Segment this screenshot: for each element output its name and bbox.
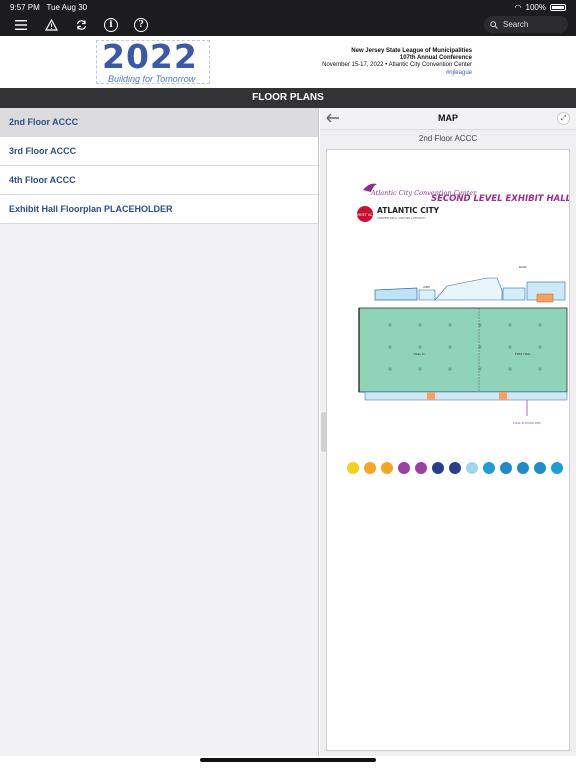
- map-pane: MAP ⤢ 2nd Floor ACCC Atlantic City Conve…: [320, 108, 576, 758]
- status-time-date: 9:57 PM Tue Aug 30: [10, 2, 88, 12]
- legend-dot: [381, 462, 393, 474]
- logo-year: 2022: [102, 37, 198, 76]
- meet-ac-text: MEET AC: [357, 213, 373, 217]
- expand-icon[interactable]: ⤢: [557, 112, 570, 125]
- legend-dot: [364, 462, 376, 474]
- wifi-icon: ◠: [514, 2, 522, 12]
- venue-brand-sub: CONVENTION & VISITORS AUTHORITY: [377, 216, 426, 220]
- hashtag: #njleague: [445, 69, 472, 76]
- list-item-exhibit-hall[interactable]: Exhibit Hall Floorplan PLACEHOLDER: [0, 195, 318, 224]
- color-legend: [347, 462, 563, 474]
- home-indicator[interactable]: [200, 758, 376, 762]
- legend-dot: [483, 462, 495, 474]
- battery-percent: 100%: [525, 2, 546, 12]
- split-view-handle[interactable]: [321, 412, 327, 452]
- legend-dot: [432, 462, 444, 474]
- list-item-4th-floor[interactable]: 4th Floor ACCC: [0, 166, 318, 195]
- conference-banner: 2022 Building for Tomorrow New Jersey St…: [0, 36, 576, 88]
- legend-dot: [449, 462, 461, 474]
- conference-logo: 2022 Building for Tomorrow: [96, 40, 210, 84]
- conference-name: 107th Annual Conference: [399, 55, 472, 62]
- svg-text:BOARD: BOARD: [519, 266, 527, 269]
- legend-dot: [466, 462, 478, 474]
- help-icon[interactable]: ?: [132, 16, 150, 34]
- plan-title: SECOND LEVEL EXHIBIT HALL: [431, 194, 570, 204]
- legend-dot: [347, 462, 359, 474]
- status-bar: 9:57 PM Tue Aug 30 ◠ 100%: [0, 0, 576, 14]
- page-title: FLOOR PLANS: [0, 88, 576, 108]
- conference-dates: November 15-17, 2022 • Atlantic City Con…: [322, 62, 472, 69]
- info-icon[interactable]: i: [102, 16, 120, 34]
- venue-brand: ATLANTIC CITY: [377, 206, 440, 215]
- list-item-2nd-floor[interactable]: 2nd Floor ACCC: [0, 108, 318, 137]
- legend-dot: [500, 462, 512, 474]
- map-header: MAP ⤢: [320, 108, 576, 130]
- flex-hall-label: FLEX HALL: [515, 352, 531, 356]
- svg-text:LOBBY: LOBBY: [423, 286, 431, 289]
- dock-marker-label: HALL D DOCK LED: [513, 421, 541, 425]
- search-icon: [490, 20, 498, 29]
- legend-dot: [551, 462, 563, 474]
- hall-label: HALL D: [414, 352, 426, 356]
- legend-dot: [415, 462, 427, 474]
- battery-icon: [550, 3, 566, 11]
- menu-icon[interactable]: [12, 16, 30, 34]
- floor-plan-list: 2nd Floor ACCC 3rd Floor ACCC 4th Floor …: [0, 108, 319, 758]
- floor-plan-image[interactable]: Atlantic City Convention Center MEET AC …: [326, 149, 570, 751]
- search-placeholder: Search: [503, 20, 529, 29]
- legend-dot: [398, 462, 410, 474]
- logo-tagline: Building for Tomorrow: [108, 74, 196, 84]
- refresh-icon[interactable]: [72, 16, 90, 34]
- conference-info: New Jersey State League of Municipalitie…: [322, 48, 472, 77]
- search-input[interactable]: Search: [484, 16, 568, 33]
- alert-icon[interactable]: [42, 16, 60, 34]
- list-item-3rd-floor[interactable]: 3rd Floor ACCC: [0, 137, 318, 166]
- map-subtitle: 2nd Floor ACCC: [418, 134, 478, 143]
- legend-dot: [517, 462, 529, 474]
- floor-plan-drawing: LOBBY BOARD HALL D FLEX HALL HALL D DOCK…: [358, 266, 568, 425]
- legend-dot: [534, 462, 546, 474]
- org-name: New Jersey State League of Municipalitie…: [351, 48, 472, 54]
- meet-ac-badge: MEET AC: [357, 206, 373, 222]
- top-toolbar: i ? Search: [0, 14, 576, 36]
- map-title: MAP: [438, 113, 458, 123]
